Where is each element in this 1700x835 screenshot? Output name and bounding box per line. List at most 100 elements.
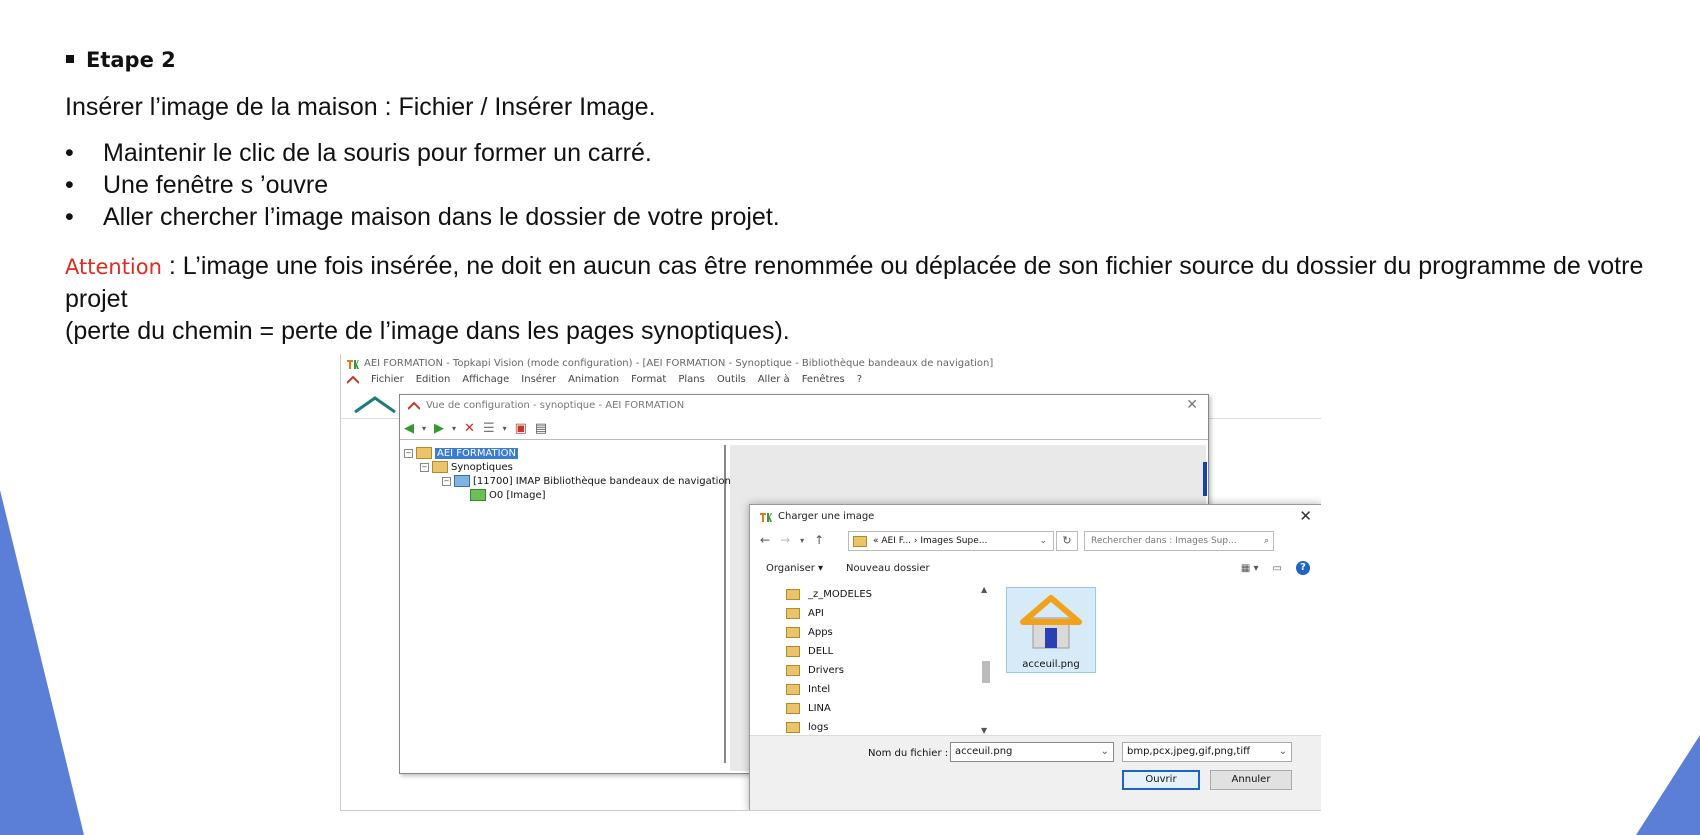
open-button[interactable]: Ouvrir (1122, 770, 1200, 790)
tree-node-synoptiques[interactable]: − Synoptiques (420, 461, 513, 473)
chevron-down-icon[interactable]: ▼ (981, 726, 987, 735)
close-icon[interactable]: ✕ (1186, 397, 1198, 413)
list-item[interactable]: Apps (786, 627, 833, 638)
menu-item-inserer[interactable]: Insérer (521, 374, 556, 385)
folder-icon (786, 665, 800, 676)
step-title: Etape 2 (66, 48, 176, 72)
attention-text-2: (perte du chemin = perte de l’image dans… (65, 317, 790, 345)
folder-icon (786, 608, 800, 619)
folder-icon (786, 589, 800, 600)
dialog-title: Charger une image (760, 511, 874, 522)
config-toolbar: ◀ ▾ ▶ ▾ ✕ ☰ ▾ ▣ ▤ (404, 419, 547, 437)
folder-icon (786, 684, 800, 695)
image-icon (470, 489, 486, 501)
intro-text: Insérer l’image de la maison : Fichier /… (65, 93, 656, 121)
tree-node-synoptique[interactable]: − [11700] IMAP Bibliothèque bandeaux de … (442, 475, 731, 487)
chevron-down-icon[interactable]: ⌄ (1279, 743, 1287, 761)
collapse-icon[interactable]: − (420, 462, 429, 472)
back-arrow-icon[interactable]: ◀ (404, 421, 414, 436)
software-screenshot: AEI FORMATION - Topkapi Vision (mode con… (340, 354, 1321, 811)
folder-icon (786, 627, 800, 638)
collapse-icon[interactable]: − (442, 476, 451, 486)
scroll-thumb[interactable] (982, 661, 990, 683)
list-item[interactable]: _z_MODELES (786, 589, 872, 600)
menu-item-format[interactable]: Format (631, 374, 666, 385)
organize-button[interactable]: Organiser ▾ (766, 563, 823, 574)
menu-item-fichier[interactable]: Fichier (371, 374, 404, 385)
menu-item-edition[interactable]: Edition (416, 374, 451, 385)
menu-item-affichage[interactable]: Affichage (462, 374, 509, 385)
back-arrow-icon[interactable]: ← (760, 533, 770, 547)
list-item: • Maintenir le clic de la souris pour for… (65, 139, 652, 167)
folder-icon (786, 646, 800, 657)
menu-item-outils[interactable]: Outils (717, 374, 746, 385)
filetype-select[interactable]: bmp,pcx,jpeg,gif,png,tiff ⌄ (1122, 742, 1292, 762)
main-menu-bar: Fichier Edition Affichage Insérer Animat… (347, 374, 862, 385)
address-bar[interactable]: « AEI F... › Images Supe... ⌄ (848, 531, 1054, 551)
config-window-title: Vue de configuration - synoptique - AEI … (408, 400, 684, 411)
folder-scrollbar[interactable]: ▲ ▼ (980, 585, 992, 735)
filename-input[interactable]: acceuil.png ⌄ (950, 742, 1114, 762)
attention-paragraph: Attention : L’image une fois insérée, ne… (65, 250, 1675, 347)
list-item[interactable]: Intel (786, 684, 830, 695)
new-folder-button[interactable]: Nouveau dossier (846, 563, 930, 574)
folder-icon (853, 535, 867, 547)
folder-icon (786, 703, 800, 714)
attention-text: : L’image une fois insérée, ne doit en a… (65, 252, 1644, 313)
app-icon (408, 401, 420, 410)
list-item[interactable]: Drivers (786, 665, 844, 676)
main-window-title: AEI FORMATION - Topkapi Vision (mode con… (347, 358, 993, 369)
search-icon: ⌕ (1263, 536, 1269, 546)
search-input[interactable]: Rechercher dans : Images Sup... ⌕ (1084, 531, 1274, 551)
calendar-icon[interactable]: ▤ (535, 421, 547, 436)
folder-icon (416, 447, 432, 459)
list-item[interactable]: LINA (786, 703, 831, 714)
up-arrow-icon[interactable]: ↑ (814, 533, 824, 547)
view-options: ▦ ▾ ▭ ? (1241, 561, 1310, 575)
house-shape-icon (354, 396, 396, 414)
view-mode-icon[interactable]: ▦ ▾ (1241, 563, 1259, 574)
chevron-down-icon[interactable]: ⌄ (1101, 743, 1109, 761)
menu-item-fenetres[interactable]: Fenêtres (802, 374, 845, 385)
list-item[interactable]: DELL (786, 646, 833, 657)
tree-node-root[interactable]: − AEI FORMATION (404, 447, 518, 459)
folder-icon (432, 461, 448, 473)
list-item[interactable]: API (786, 608, 824, 619)
load-image-dialog: Charger une image ✕ ← → ▾ ↑ « AEI F... ›… (749, 504, 1321, 810)
chevron-down-icon[interactable]: ▾ (800, 536, 804, 545)
menu-item-aller-a[interactable]: Aller à (758, 374, 790, 385)
menu-item-help[interactable]: ? (857, 374, 862, 385)
topkapi-logo-icon (760, 512, 772, 522)
refresh-icon[interactable]: ↻ (1056, 531, 1078, 551)
list-item[interactable]: logs (786, 722, 828, 733)
menu-item-animation[interactable]: Animation (568, 374, 619, 385)
list-view-icon[interactable]: ☰ (483, 421, 495, 436)
folder-icon (786, 722, 800, 733)
cancel-button[interactable]: Annuler (1210, 770, 1292, 790)
topkapi-logo-icon (347, 359, 359, 369)
collapse-icon[interactable]: − (404, 448, 413, 458)
forward-arrow-icon[interactable]: → (780, 533, 790, 547)
chevron-up-icon[interactable]: ▲ (981, 585, 987, 594)
chevron-down-icon[interactable]: ⌄ (1039, 536, 1047, 546)
nav-buttons: ← → ▾ ↑ (760, 533, 824, 547)
chevron-down-icon[interactable]: ▾ (422, 424, 426, 433)
divider (400, 439, 1208, 440)
folder-list: _z_MODELES API Apps DELL Drivers Intel L… (770, 585, 980, 735)
preview-pane-icon[interactable]: ▭ (1273, 563, 1282, 574)
step-title-text: Etape 2 (86, 48, 176, 72)
forward-arrow-icon[interactable]: ▶ (434, 421, 444, 436)
help-icon[interactable]: ? (1296, 561, 1310, 575)
file-tile-acceuil[interactable]: acceuil.png (1006, 587, 1096, 673)
chevron-down-icon[interactable]: ▾ (503, 424, 507, 433)
house-icon (1020, 595, 1082, 649)
image-tool-icon[interactable]: ▣ (515, 421, 527, 436)
tree-node-image[interactable]: O0 [Image] (470, 489, 546, 501)
synoptic-icon (454, 475, 470, 487)
close-icon[interactable]: ✕ (1299, 507, 1312, 525)
tree-view: − AEI FORMATION − Synoptiques − [11700] … (404, 445, 731, 763)
filename-label: Nom du fichier : (868, 748, 949, 759)
delete-icon[interactable]: ✕ (464, 421, 475, 436)
chevron-down-icon[interactable]: ▾ (452, 424, 456, 433)
menu-item-plans[interactable]: Plans (678, 374, 704, 385)
